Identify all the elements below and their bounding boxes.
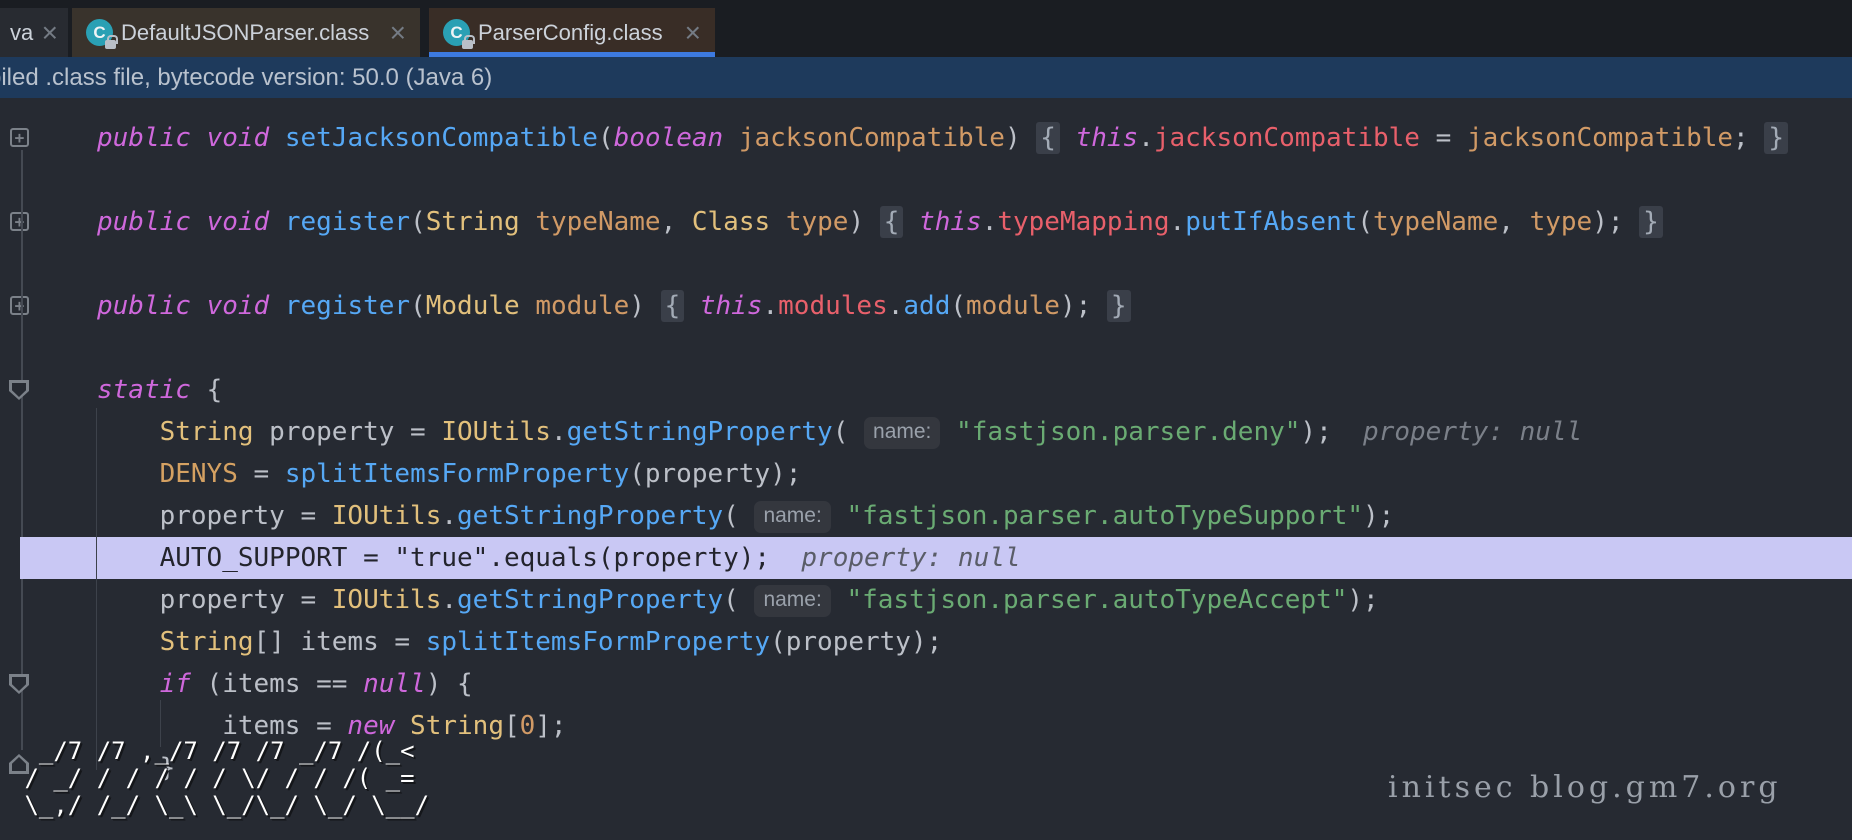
fold-expand-icon[interactable] bbox=[10, 128, 29, 147]
tab-defaultjsonparser[interactable]: C DefaultJSONParser.class × bbox=[72, 8, 420, 57]
fold-expand-icon[interactable] bbox=[10, 296, 29, 315]
code-editor[interactable]: public void setJacksonCompatible(boolean… bbox=[0, 98, 1852, 840]
close-icon[interactable]: × bbox=[42, 23, 58, 43]
java-class-icon: C bbox=[443, 19, 470, 46]
code-line[interactable]: static { bbox=[97, 369, 222, 411]
code-line[interactable]: DENYS = splitItemsFormProperty(property)… bbox=[160, 453, 802, 495]
graffiti-watermark: _/7 /7 ,_/7 /7 /7 _/7 /(_< / _/ / / / / … bbox=[10, 738, 429, 819]
code-line[interactable]: property = IOUtils.getStringProperty( na… bbox=[160, 579, 1379, 621]
banner-text: piled .class file, bytecode version: 50.… bbox=[0, 64, 492, 92]
site-watermark: initsec blog.gm7.org bbox=[1388, 770, 1782, 805]
lock-icon bbox=[105, 40, 116, 49]
fold-collapse-start-icon[interactable] bbox=[9, 674, 29, 694]
close-icon[interactable]: × bbox=[390, 23, 406, 43]
java-class-icon: C bbox=[86, 19, 113, 46]
code-line[interactable]: property = IOUtils.getStringProperty( na… bbox=[160, 495, 1395, 537]
tab-label: DefaultJSONParser.class bbox=[121, 20, 369, 46]
decompiled-class-banner: piled .class file, bytecode version: 50.… bbox=[0, 57, 1852, 98]
code-line[interactable]: public void register(String typeName, Cl… bbox=[97, 201, 1663, 243]
debugger-value-hint: property: null bbox=[801, 543, 1020, 573]
fold-range-line bbox=[21, 150, 23, 750]
close-icon[interactable]: × bbox=[685, 23, 701, 43]
lock-icon bbox=[462, 40, 473, 49]
fold-expand-icon[interactable] bbox=[10, 212, 29, 231]
code-line-highlighted[interactable]: AUTO_SUPPORT = "true".equals(property); … bbox=[160, 537, 1021, 579]
tab-parserconfig[interactable]: C ParserConfig.class × bbox=[429, 8, 715, 57]
code-line[interactable]: String[] items = splitItemsFormProperty(… bbox=[160, 621, 943, 663]
parameter-name-inlay-hint: name: bbox=[754, 501, 830, 533]
editor-tab-bar: va × C DefaultJSONParser.class × C Parse… bbox=[0, 0, 1852, 57]
parameter-name-inlay-hint: name: bbox=[754, 585, 830, 617]
indent-guide bbox=[96, 408, 97, 770]
fold-collapse-start-icon[interactable] bbox=[9, 380, 29, 400]
tab-label: va bbox=[10, 20, 33, 46]
code-line[interactable]: public void setJacksonCompatible(boolean… bbox=[97, 117, 1788, 159]
tab-label: ParserConfig.class bbox=[478, 20, 663, 46]
tab-java-file-partial[interactable]: va × bbox=[0, 8, 68, 57]
debugger-value-hint: property: null bbox=[1363, 417, 1582, 447]
code-line[interactable]: if (items == null) { bbox=[160, 663, 473, 705]
code-line[interactable]: String property = IOUtils.getStringPrope… bbox=[160, 411, 1583, 453]
parameter-name-inlay-hint: name: bbox=[864, 417, 940, 449]
code-line[interactable]: public void register(Module module) { th… bbox=[97, 285, 1131, 327]
